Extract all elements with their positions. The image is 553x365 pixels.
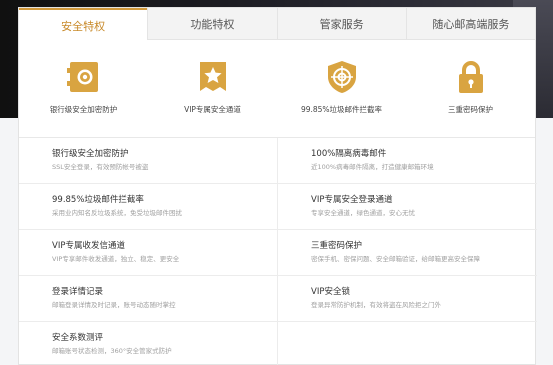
tab-features[interactable]: 功能特权 <box>147 8 277 39</box>
list-item: 银行级安全加密防护 SSL安全登录，有效预防帐号被盗 <box>19 138 278 184</box>
item-title: 安全系数测评 <box>52 333 104 343</box>
feature-triple-password: 三重密码保护 <box>406 40 535 137</box>
item-title: 三重密码保护 <box>311 241 363 251</box>
feature-highlights: 银行级安全加密防护 VIP专属安全通道 99.85%垃圾邮件拦截率 三重密码保护 <box>19 40 535 138</box>
feature-label: 银行级安全加密防护 <box>49 105 118 114</box>
item-title: 100%隔离病毒邮件 <box>311 149 387 159</box>
list-item-empty <box>278 322 537 365</box>
feature-bank-encryption: 银行级安全加密防护 <box>19 40 148 137</box>
privilege-panel: 安全特权 功能特权 管家服务 随心邮高端服务 银行级安全加密防护 VIP专属安全… <box>18 7 537 365</box>
item-desc: 近100%病毒邮件隔离，打造健康邮箱环境 <box>311 163 434 171</box>
item-title: 银行级安全加密防护 <box>52 149 129 159</box>
tab-security[interactable]: 安全特权 <box>19 8 148 41</box>
privilege-tabs: 安全特权 功能特权 管家服务 随心邮高端服务 <box>19 8 535 41</box>
safe-icon <box>66 62 98 92</box>
item-title: VIP安全锁 <box>311 287 350 297</box>
list-item: 100%隔离病毒邮件 近100%病毒邮件隔离，打造健康邮箱环境 <box>278 138 537 184</box>
tab-premium-service[interactable]: 随心邮高端服务 <box>405 8 535 39</box>
star-badge-icon <box>199 62 226 91</box>
feature-vip-channel: VIP专属安全通道 <box>148 40 277 137</box>
item-desc: VIP专享邮件收发通道，独立、稳定、更安全 <box>52 255 180 263</box>
item-desc: 邮箱账号状态检测，360°安全管家式防护 <box>52 347 172 355</box>
item-desc: 密保手机、密保问题、安全邮箱验证，给邮箱更高安全保障 <box>311 255 480 263</box>
feature-spam-block: 99.85%垃圾邮件拦截率 <box>277 40 406 137</box>
item-title: 登录详情记录 <box>52 287 104 297</box>
tab-butler-service[interactable]: 管家服务 <box>276 8 406 39</box>
item-title: 99.85%垃圾邮件拦截率 <box>52 195 144 205</box>
item-desc: 登录异常防护机制，有效将盗在风险拒之门外 <box>311 301 441 309</box>
item-desc: 邮箱登录详情及时记录，账号动态随时掌控 <box>52 301 176 309</box>
list-item: 99.85%垃圾邮件拦截率 采用业内知名反垃圾系统，免受垃圾邮件困扰 <box>19 184 278 230</box>
list-item: 安全系数测评 邮箱账号状态检测，360°安全管家式防护 <box>19 322 278 365</box>
item-desc: 采用业内知名反垃圾系统，免受垃圾邮件困扰 <box>52 209 182 217</box>
list-item: VIP专属安全登录通道 专享安全通道，绿色通道，安心无忧 <box>278 184 537 230</box>
feature-label: 三重密码保护 <box>448 105 493 114</box>
item-title: VIP专属收发信通道 <box>52 241 125 251</box>
item-title: VIP专属安全登录通道 <box>311 195 393 205</box>
list-item: 三重密码保护 密保手机、密保问题、安全邮箱验证，给邮箱更高安全保障 <box>278 230 537 276</box>
list-item: VIP安全锁 登录异常防护机制，有效将盗在风险拒之门外 <box>278 276 537 322</box>
detail-grid: 银行级安全加密防护 SSL安全登录，有效预防帐号被盗 100%隔离病毒邮件 近1… <box>19 138 537 365</box>
target-shield-icon <box>327 61 356 93</box>
padlock-icon <box>458 61 483 93</box>
feature-label: 99.85%垃圾邮件拦截率 <box>300 105 383 114</box>
feature-label: VIP专属安全通道 <box>184 105 241 114</box>
list-item: 登录详情记录 邮箱登录详情及时记录，账号动态随时掌控 <box>19 276 278 322</box>
list-item: VIP专属收发信通道 VIP专享邮件收发通道，独立、稳定、更安全 <box>19 230 278 276</box>
item-desc: 专享安全通道，绿色通道，安心无忧 <box>311 209 415 217</box>
item-desc: SSL安全登录，有效预防帐号被盗 <box>52 163 149 171</box>
